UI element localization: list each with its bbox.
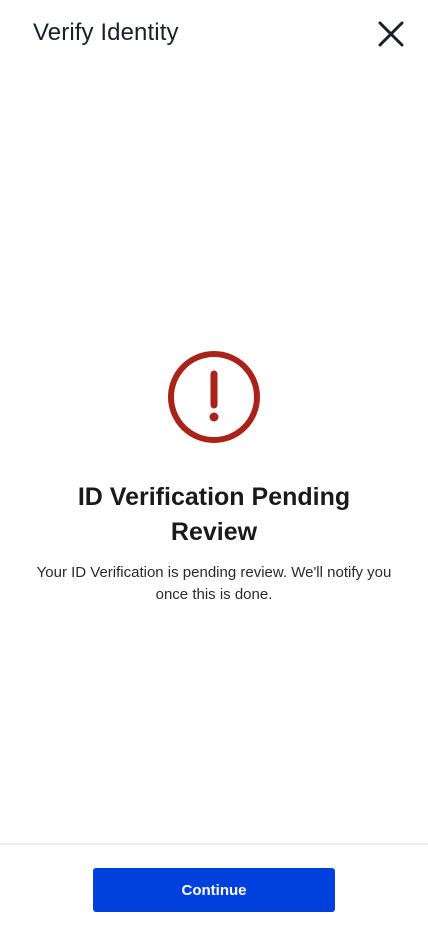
close-icon: [378, 21, 404, 47]
status-message: Your ID Verification is pending review. …: [36, 564, 392, 603]
continue-button[interactable]: Continue: [93, 868, 335, 912]
status-panel: ID Verification Pending Review Your ID V…: [0, 350, 428, 606]
top-bar: Verify Identity: [0, 0, 428, 66]
alert-icon: [168, 351, 260, 443]
bottom-action-bar: Continue: [0, 843, 428, 930]
close-button[interactable]: [373, 16, 409, 52]
page-title: Verify Identity: [33, 19, 179, 46]
status-title: ID Verification Pending Review: [77, 483, 351, 546]
